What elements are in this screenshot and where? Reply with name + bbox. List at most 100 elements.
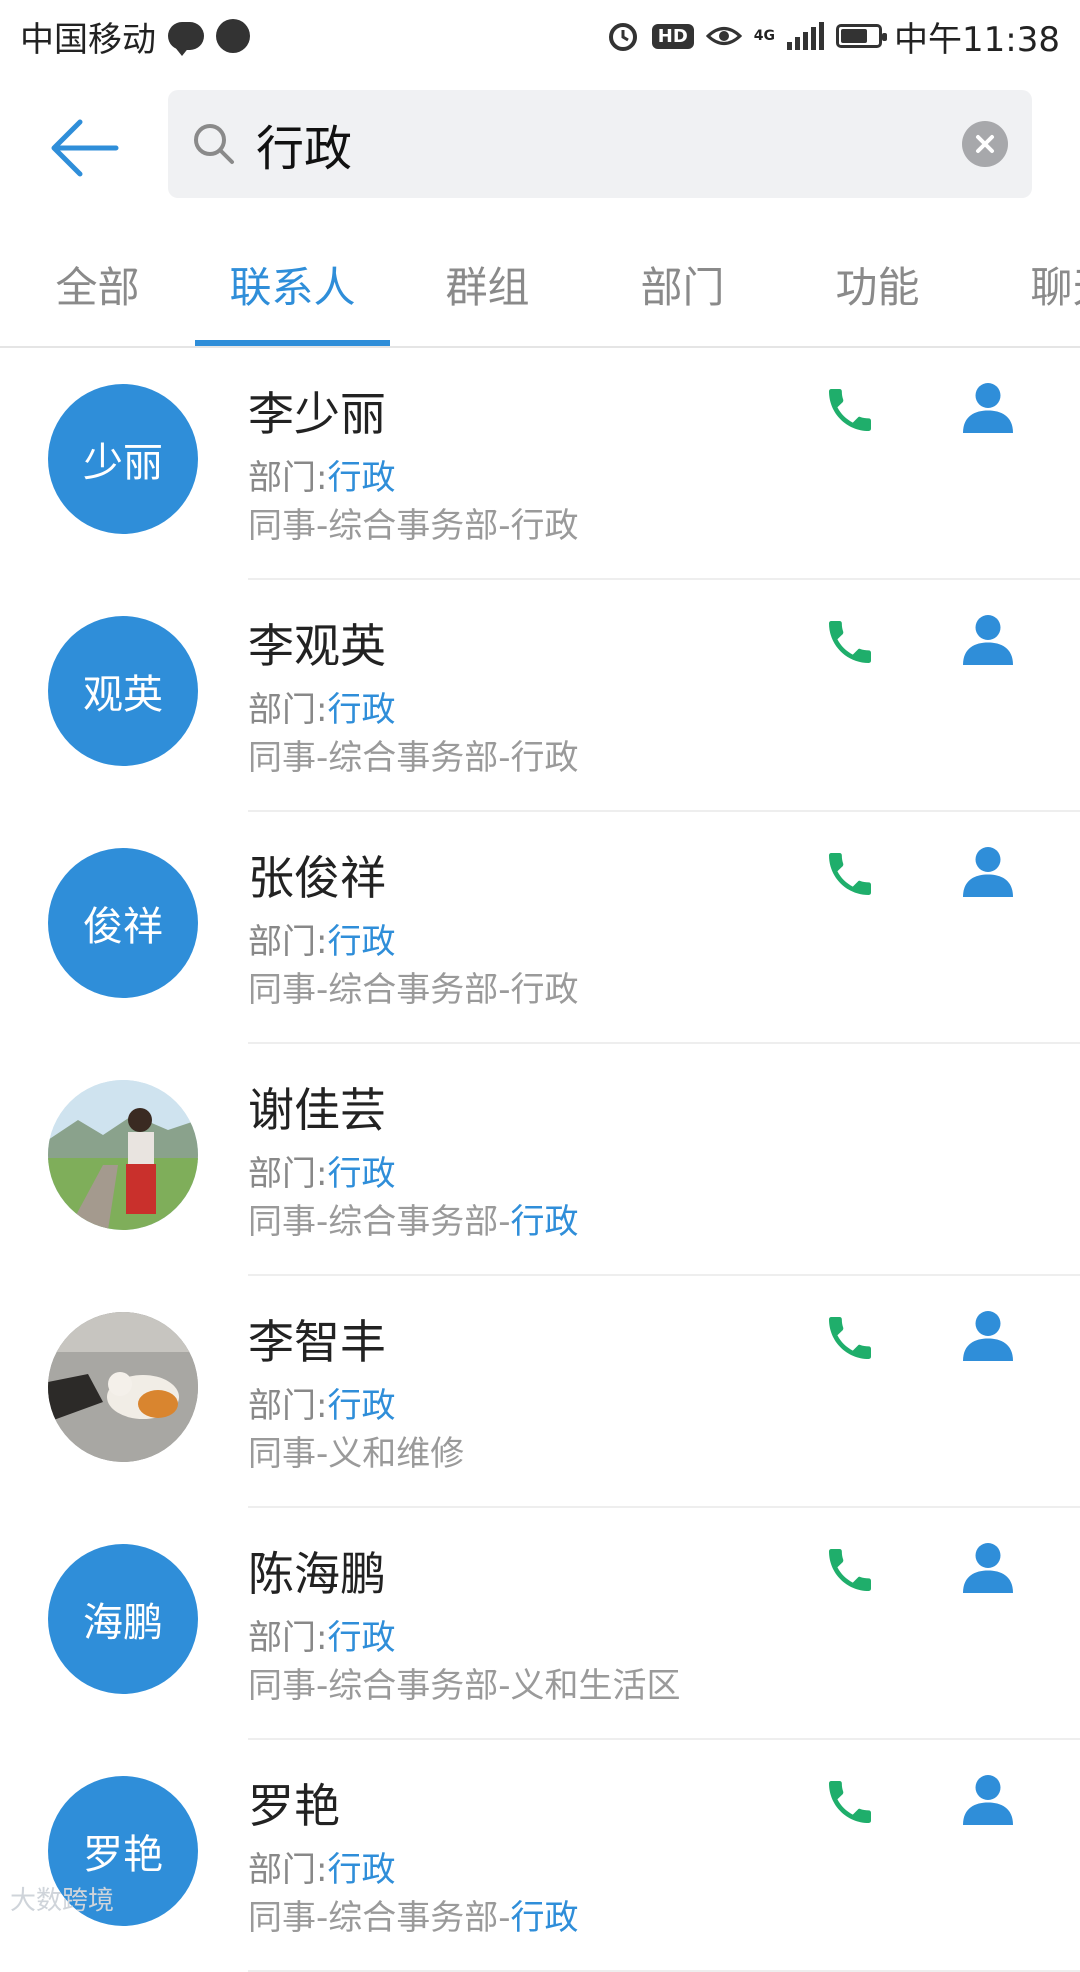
- carrier-name: 中国移动: [20, 19, 156, 60]
- phone-icon: [829, 853, 871, 895]
- notification-icon: [216, 19, 250, 53]
- contact-department: 部门:行政: [248, 1610, 395, 1659]
- avatar-photo-image: [48, 1080, 198, 1230]
- contact-row[interactable]: 俊祥 张俊祥 部门:行政 同事-综合事务部-行政: [0, 812, 1080, 1044]
- contact-department: 部门:行政: [248, 1842, 395, 1891]
- contact-department: 部门:行政: [248, 914, 395, 963]
- contact-row[interactable]: 罗艳 罗艳 部门:行政 同事-综合事务部-行政: [0, 1740, 1080, 1972]
- status-bar: 中国移动 HD 4G 中午11:38: [0, 0, 1080, 72]
- path-suffix: 行政: [510, 738, 579, 778]
- path-highlight: 行政: [510, 1202, 579, 1242]
- dept-label: 部门:: [248, 1618, 328, 1658]
- dept-label: 部门:: [248, 1386, 328, 1426]
- search-input[interactable]: [254, 115, 962, 173]
- tab-chats[interactable]: 聊天: [975, 222, 1080, 346]
- network-type: 4G: [753, 28, 776, 44]
- contact-org-path: 同事-综合事务部-行政: [248, 1890, 579, 1939]
- call-button[interactable]: [822, 1310, 878, 1366]
- call-button[interactable]: [822, 382, 878, 438]
- contact-name: 谢佳芸: [248, 1083, 386, 1137]
- dept-label: 部门:: [248, 690, 328, 730]
- search-box[interactable]: [168, 90, 1032, 198]
- clear-search-button[interactable]: [962, 121, 1008, 167]
- path-prefix: 同事-综合事务部-义和生活区: [248, 1666, 681, 1706]
- contact-department: 部门:行政: [248, 450, 395, 499]
- dept-value: 行政: [327, 690, 396, 730]
- avatar: 观英: [48, 616, 198, 766]
- contact-org-path: 同事-综合事务部-行政: [248, 1194, 579, 1243]
- avatar-photo: [48, 1080, 198, 1230]
- search-header: [0, 72, 1080, 222]
- dept-value: 行政: [327, 1386, 396, 1426]
- avatar: 海鹏: [48, 1544, 198, 1694]
- tab-all[interactable]: 全部: [0, 222, 195, 346]
- profile-button[interactable]: [958, 842, 1018, 902]
- dept-value: 行政: [327, 1850, 396, 1890]
- phone-icon: [829, 1317, 871, 1359]
- call-button[interactable]: [822, 614, 878, 670]
- contact-name: 罗艳: [248, 1779, 340, 1833]
- contact-department: 部门:行政: [248, 1378, 395, 1427]
- clock: 中午11:38: [894, 19, 1060, 60]
- eye-icon: [705, 21, 742, 51]
- tab-departments[interactable]: 部门: [585, 222, 780, 346]
- avatar-photo-image: [48, 1312, 198, 1462]
- contact-name: 张俊祥: [248, 851, 386, 905]
- dept-label: 部门:: [248, 1154, 328, 1194]
- tab-contacts[interactable]: 联系人: [195, 222, 390, 346]
- search-icon: [194, 124, 234, 164]
- battery-icon: [836, 24, 888, 48]
- contact-name: 李观英: [248, 619, 386, 673]
- person-icon: [963, 615, 1013, 665]
- back-button[interactable]: [46, 108, 126, 188]
- profile-button[interactable]: [958, 1538, 1018, 1598]
- call-button[interactable]: [822, 1542, 878, 1598]
- dept-label: 部门:: [248, 1850, 328, 1890]
- contact-row[interactable]: 观英 李观英 部门:行政 同事-综合事务部-行政: [0, 580, 1080, 812]
- path-suffix: 行政: [510, 506, 579, 546]
- watermark: 大数跨境: [10, 1886, 115, 1916]
- path-prefix: 同事-综合事务部-: [248, 1898, 511, 1938]
- contact-row[interactable]: 海鹏 陈海鹏 部门:行政 同事-综合事务部-义和生活区: [0, 1508, 1080, 1740]
- avatar: 少丽: [48, 384, 198, 534]
- contact-org-path: 同事-综合事务部-行政: [248, 498, 579, 547]
- call-button[interactable]: [822, 846, 878, 902]
- dept-value: 行政: [327, 1618, 396, 1658]
- contact-org-path: 同事-综合事务部-行政: [248, 962, 579, 1011]
- contact-row[interactable]: 李智丰 部门:行政 同事-义和维修: [0, 1276, 1080, 1508]
- path-suffix: 行政: [510, 970, 579, 1010]
- tab-functions[interactable]: 功能: [780, 222, 975, 346]
- contact-name: 李智丰: [248, 1315, 386, 1369]
- profile-button[interactable]: [958, 1306, 1018, 1366]
- call-button[interactable]: [822, 1774, 878, 1830]
- path-prefix: 同事-义和维修: [248, 1434, 465, 1474]
- profile-button[interactable]: [958, 378, 1018, 438]
- person-icon: [963, 1311, 1013, 1361]
- path-prefix: 同事-综合事务部-: [248, 970, 511, 1010]
- profile-button[interactable]: [958, 610, 1018, 670]
- contact-department: 部门:行政: [248, 682, 395, 731]
- arrow-left-icon: [51, 119, 119, 177]
- path-highlight: 行政: [510, 1898, 579, 1938]
- status-right: HD 4G 中午11:38: [606, 12, 1060, 61]
- contact-org-path: 同事-义和维修: [248, 1426, 464, 1475]
- phone-icon: [829, 621, 871, 663]
- path-prefix: 同事-综合事务部-: [248, 506, 511, 546]
- contact-name: 李少丽: [248, 387, 386, 441]
- contact-name: 陈海鹏: [248, 1547, 386, 1601]
- path-prefix: 同事-综合事务部-: [248, 1202, 511, 1242]
- signal-icon: [787, 22, 825, 50]
- contact-row[interactable]: 少丽 李少丽 部门:行政 同事-综合事务部-行政: [0, 348, 1080, 580]
- phone-icon: [829, 1549, 871, 1591]
- person-icon: [963, 1775, 1013, 1825]
- dept-label: 部门:: [248, 458, 328, 498]
- dept-value: 行政: [327, 458, 396, 498]
- profile-button[interactable]: [958, 1770, 1018, 1830]
- hd-badge: HD: [651, 23, 694, 49]
- tab-groups[interactable]: 群组: [390, 222, 585, 346]
- status-left: 中国移动: [20, 12, 250, 61]
- avatar: 俊祥: [48, 848, 198, 998]
- avatar-photo: [48, 1312, 198, 1462]
- message-icon: [168, 22, 204, 56]
- contact-row[interactable]: 谢佳芸 部门: 行政 同事-综合事务部-行政: [0, 1044, 1080, 1276]
